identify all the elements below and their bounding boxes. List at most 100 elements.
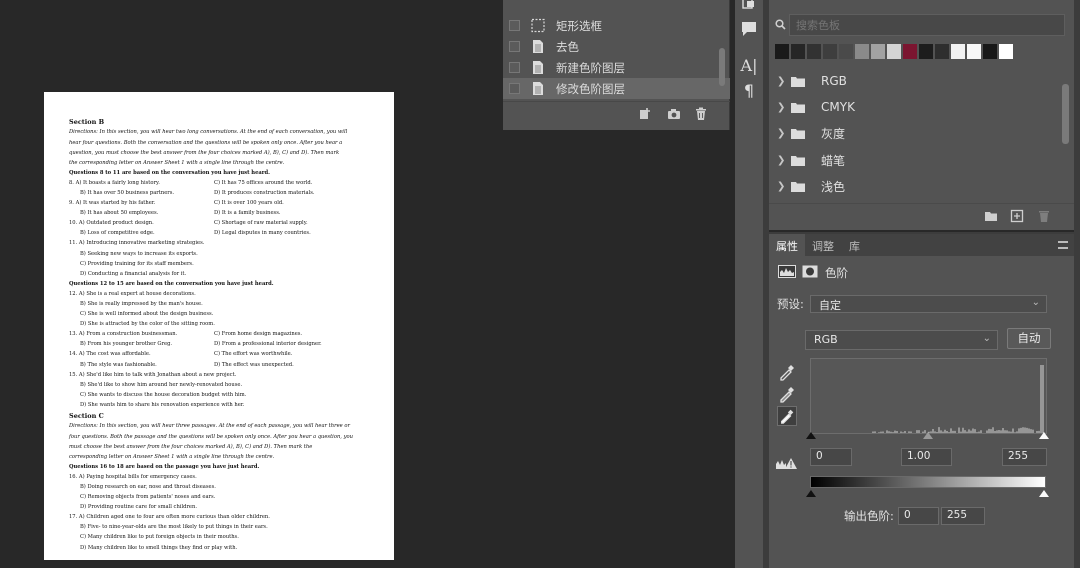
tab-adjustments[interactable]: 调整 [812,238,834,254]
color-swatch[interactable] [807,44,821,59]
section-c-title: Section C [69,412,104,421]
visibility-toggle[interactable] [509,41,520,52]
white-point-eyedropper-icon[interactable] [777,406,797,426]
swatches-panel-icon[interactable] [738,0,760,14]
output-gradient-bar [810,476,1046,488]
color-swatch[interactable] [839,44,853,59]
color-swatch[interactable] [871,44,885,59]
folder-icon [791,128,805,139]
swatch-group-name: 蜡笔 [821,153,846,168]
character-panel-icon[interactable]: A| [738,55,760,77]
option-text: B) From his younger brother Greg. [80,341,173,348]
tab-libraries[interactable]: 库 [849,238,860,254]
input-white-field[interactable]: 255 [1002,448,1047,466]
swatch-search-input[interactable] [789,14,1065,36]
search-icon [775,19,786,30]
swatch-group[interactable]: ❯ 灰度 [777,121,1057,145]
layer-name: 去色 [556,40,579,54]
channel-dropdown[interactable]: RGB ⌄ [805,330,998,350]
input-black-field[interactable]: 0 [810,448,852,466]
option-text: C) Removing objects from patients' noses… [80,494,216,501]
preset-dropdown[interactable]: 自定 ⌄ [810,295,1047,313]
visibility-toggle[interactable] [509,62,520,73]
chevron-right-icon[interactable]: ❯ [777,128,789,139]
new-swatch-icon[interactable] [1010,209,1024,223]
tab-properties[interactable]: 属性 [776,238,798,254]
swatch-group-name: 灰度 [821,126,846,141]
option-text: 12. A) She is a real expert at house dec… [69,290,196,297]
trash-icon[interactable] [694,107,708,121]
comment-icon[interactable] [738,18,760,40]
color-swatch[interactable] [999,44,1013,59]
color-swatch[interactable] [887,44,901,59]
chevron-right-icon[interactable]: ❯ [777,76,789,87]
black-point-eyedropper-icon[interactable] [777,362,797,382]
option-text: D) From a professional interior designer… [214,341,322,348]
clipping-warning-icon[interactable] [775,456,799,470]
properties-panel: 属性 调整 库 色阶 预设: 自定 ⌄ RGB ⌄ 自动 0 1.00 255 [769,232,1074,568]
panel-menu-icon[interactable] [1058,241,1068,249]
layer-row[interactable]: 新建色阶图层 [503,57,730,78]
recent-swatches [775,44,1013,59]
option-text: 16. A) Paying hospital bills for emergen… [69,473,197,480]
option-text: C) The effort was worthwhile. [214,351,293,358]
color-swatch[interactable] [903,44,917,59]
folder-icon [791,76,805,87]
visibility-toggle[interactable] [509,20,520,31]
question-row: 10. A) Outdated product design. C) Shorta… [69,218,374,228]
color-swatch[interactable] [967,44,981,59]
output-white-field[interactable]: 255 [941,507,985,525]
color-swatch[interactable] [935,44,949,59]
color-swatch[interactable] [791,44,805,59]
question-row: 9. A) It was started by his father. C) It… [69,198,374,208]
layer-row[interactable]: 矩形选框 [503,15,730,36]
swatch-group[interactable]: ❯ RGB [777,69,1057,93]
directions-text: Directions: In this section, you will he… [69,129,348,136]
color-swatch[interactable] [855,44,869,59]
color-swatch[interactable] [983,44,997,59]
auto-button[interactable]: 自动 [1007,328,1051,349]
option-text: D) She wants him to share his renovation… [80,401,245,408]
color-swatch[interactable] [823,44,837,59]
option-text: C) It is over 100 years old. [214,200,284,207]
new-document-from-state-icon[interactable] [638,107,652,121]
directions-text: hear four questions. Both the conversati… [69,139,343,146]
input-gamma-slider[interactable] [923,432,933,439]
color-swatch[interactable] [919,44,933,59]
question-row: 14. A) The cost was affordable. C) The ef… [69,349,374,359]
chevron-right-icon[interactable]: ❯ [777,155,789,166]
swatch-group[interactable]: ❯ CMYK [777,95,1057,119]
input-white-slider[interactable] [1039,432,1049,439]
swatch-group[interactable]: ❯ 浅色 [777,174,1057,198]
camera-icon[interactable] [667,107,681,121]
trash-icon[interactable] [1037,209,1051,223]
color-swatch[interactable] [775,44,789,59]
output-black-slider[interactable] [806,490,816,497]
layer-mask-icon[interactable] [802,265,818,278]
adjustment-title: 色阶 [825,266,848,280]
folder-icon [791,155,805,166]
layer-row[interactable]: 去色 [503,36,730,57]
input-black-slider[interactable] [806,432,816,439]
question-group-heading: Questions 12 to 15 are based on the conv… [69,280,274,287]
option-text: D) The effect was unexpected. [214,361,294,368]
visibility-toggle[interactable] [509,83,520,94]
chevron-right-icon[interactable]: ❯ [777,102,789,113]
input-gamma-field[interactable]: 1.00 [901,448,952,466]
output-white-slider[interactable] [1039,490,1049,497]
new-group-folder-icon[interactable] [984,209,998,223]
history-state-icon [533,40,543,53]
option-text: C) Providing training for its staff memb… [80,260,194,267]
color-swatch[interactable] [951,44,965,59]
paragraph-panel-icon[interactable]: ¶ [738,80,760,102]
option-text: B) Doing research on ear, nose and throa… [80,484,216,490]
layer-row-selected[interactable]: 修改色阶图层 [503,78,730,99]
output-black-field[interactable]: 0 [898,507,939,525]
gray-point-eyedropper-icon[interactable] [777,384,797,404]
swatch-group[interactable]: ❯ 蜡笔 [777,148,1057,172]
document-canvas[interactable]: Section B Directions: In this section, y… [44,92,394,560]
option-text: B) It has about 50 employees. [80,210,159,217]
swatches-scrollbar[interactable] [1062,84,1069,144]
chevron-right-icon[interactable]: ❯ [777,181,789,192]
layers-scrollbar[interactable] [719,48,725,86]
